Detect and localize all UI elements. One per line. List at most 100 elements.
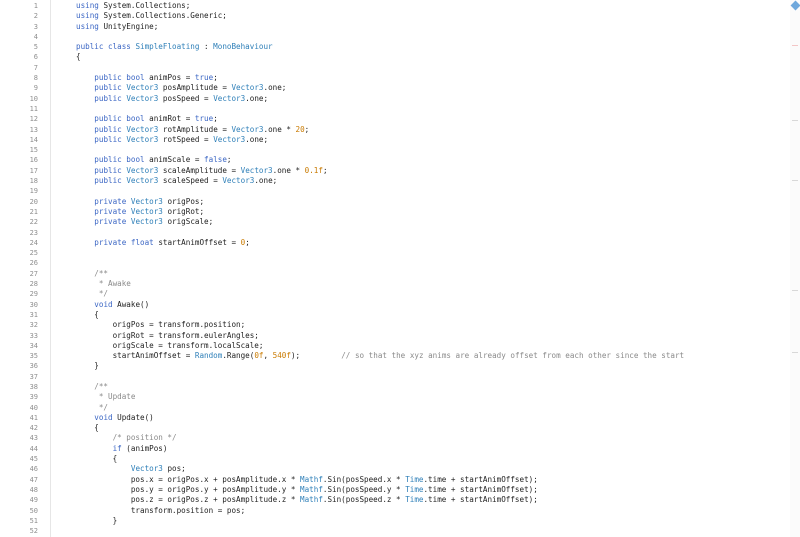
code-line[interactable]: 3 using UnityEngine; xyxy=(0,22,790,32)
code-text[interactable]: Vector3 pos; xyxy=(76,464,186,474)
code-line[interactable]: 6{ xyxy=(0,52,790,62)
code-line[interactable]: 52 xyxy=(0,526,790,536)
code-text[interactable]: using UnityEngine; xyxy=(76,22,158,32)
code-line[interactable]: 21 private Vector3 origRot; xyxy=(0,207,790,217)
code-text[interactable]: origRot = transform.eulerAngles; xyxy=(76,331,259,341)
code-line[interactable]: 18 public Vector3 scaleSpeed = Vector3.o… xyxy=(0,176,790,186)
code-line[interactable]: 50 transform.position = pos; xyxy=(0,506,790,516)
code-text[interactable]: /* position */ xyxy=(76,433,177,443)
code-line[interactable]: 32 origPos = transform.position; xyxy=(0,320,790,330)
code-text[interactable]: private float startAnimOffset = 0; xyxy=(76,238,249,248)
code-line[interactable]: 31 { xyxy=(0,310,790,320)
code-editor[interactable]: 1 using System.Collections; 2 using System.… xyxy=(0,1,790,536)
code-line[interactable]: 15 xyxy=(0,145,790,155)
code-line[interactable]: 11 xyxy=(0,104,790,114)
code-line[interactable]: 9 public Vector3 posAmplitude = Vector3.… xyxy=(0,83,790,93)
code-text[interactable]: public Vector3 rotSpeed = Vector3.one; xyxy=(76,135,268,145)
code-line[interactable]: 45 { xyxy=(0,454,790,464)
code-text[interactable]: public Vector3 scaleSpeed = Vector3.one; xyxy=(76,176,277,186)
code-line[interactable]: 44 if (animPos) xyxy=(0,444,790,454)
code-line[interactable]: 26 xyxy=(0,258,790,268)
code-line[interactable]: 36 } xyxy=(0,361,790,371)
code-text[interactable]: public bool animPos = true; xyxy=(76,73,217,83)
code-line[interactable]: 4 xyxy=(0,32,790,42)
code-text[interactable]: } xyxy=(76,361,99,371)
code-text[interactable]: using System.Collections.Generic; xyxy=(76,11,227,21)
code-line[interactable]: 23 xyxy=(0,228,790,238)
code-text[interactable]: { xyxy=(76,52,81,62)
code-text[interactable]: /** xyxy=(76,269,108,279)
code-text[interactable]: public Vector3 rotAmplitude = Vector3.on… xyxy=(76,125,309,135)
code-line[interactable]: 12 public bool animRot = true; xyxy=(0,114,790,124)
code-line[interactable]: 16 public bool animScale = false; xyxy=(0,155,790,165)
code-text[interactable]: pos.x = origPos.x + posAmplitude.x * Mat… xyxy=(76,475,538,485)
code-line[interactable]: 27 /** xyxy=(0,269,790,279)
code-line[interactable]: 10 public Vector3 posSpeed = Vector3.one… xyxy=(0,94,790,104)
code-line[interactable]: 35 startAnimOffset = Random.Range(0f, 54… xyxy=(0,351,790,361)
code-line[interactable]: 43 /* position */ xyxy=(0,433,790,443)
code-line[interactable]: 40 */ xyxy=(0,403,790,413)
code-text[interactable]: public Vector3 posAmplitude = Vector3.on… xyxy=(76,83,286,93)
scroll-position-marker-icon[interactable] xyxy=(790,0,800,11)
code-line[interactable]: 25 xyxy=(0,248,790,258)
code-text[interactable]: using System.Collections; xyxy=(76,1,190,11)
editor-scrollbar[interactable] xyxy=(790,0,800,537)
line-number: 46 xyxy=(29,465,38,474)
code-text[interactable]: { xyxy=(76,454,118,464)
code-line[interactable]: 14 public Vector3 rotSpeed = Vector3.one… xyxy=(0,135,790,145)
code-text[interactable]: public bool animScale = false; xyxy=(76,155,231,165)
code-line[interactable]: 34 origScale = transform.localScale; xyxy=(0,341,790,351)
code-text[interactable]: startAnimOffset = Random.Range(0f, 540f)… xyxy=(76,351,685,361)
code-text[interactable]: void Update() xyxy=(76,413,153,423)
code-line[interactable]: 51 } xyxy=(0,516,790,526)
code-line[interactable]: 22 private Vector3 origScale; xyxy=(0,217,790,227)
code-line[interactable]: 46 Vector3 pos; xyxy=(0,464,790,474)
code-line[interactable]: 33 origRot = transform.eulerAngles; xyxy=(0,331,790,341)
code-text[interactable]: public class SimpleFloating : MonoBehavi… xyxy=(76,42,273,52)
code-line[interactable]: 47 pos.x = origPos.x + posAmplitude.x * … xyxy=(0,475,790,485)
code-text[interactable]: * Awake xyxy=(76,279,131,289)
code-text[interactable]: public Vector3 scaleAmplitude = Vector3.… xyxy=(76,166,327,176)
code-text[interactable]: private Vector3 origRot; xyxy=(76,207,204,217)
code-line[interactable]: 39 * Update xyxy=(0,392,790,402)
line-number: 7 xyxy=(33,63,38,72)
code-text[interactable]: pos.z = origPos.z + posAmplitude.z * Mat… xyxy=(76,495,538,505)
code-text[interactable]: { xyxy=(76,310,99,320)
code-line[interactable]: 24 private float startAnimOffset = 0; xyxy=(0,238,790,248)
code-line[interactable]: 28 * Awake xyxy=(0,279,790,289)
code-line[interactable]: 19 xyxy=(0,186,790,196)
code-line[interactable]: 38 /** xyxy=(0,382,790,392)
code-text[interactable]: } xyxy=(76,516,118,526)
code-line[interactable]: 17 public Vector3 scaleAmplitude = Vecto… xyxy=(0,166,790,176)
code-text[interactable]: private Vector3 origScale; xyxy=(76,217,213,227)
code-text[interactable]: /** xyxy=(76,382,108,392)
code-text[interactable]: public Vector3 posSpeed = Vector3.one; xyxy=(76,94,268,104)
code-line[interactable]: 7 xyxy=(0,63,790,73)
code-line[interactable]: 29 */ xyxy=(0,289,790,299)
code-line[interactable]: 20 private Vector3 origPos; xyxy=(0,197,790,207)
code-line[interactable]: 37 xyxy=(0,372,790,382)
code-line[interactable]: 42 { xyxy=(0,423,790,433)
code-line[interactable]: 1 using System.Collections; xyxy=(0,1,790,11)
code-text[interactable]: origPos = transform.position; xyxy=(76,320,246,330)
code-line[interactable]: 41 void Update() xyxy=(0,413,790,423)
code-line[interactable]: 13 public Vector3 rotAmplitude = Vector3… xyxy=(0,125,790,135)
code-text[interactable]: */ xyxy=(76,403,108,413)
code-text[interactable]: if (animPos) xyxy=(76,444,168,454)
code-text[interactable]: private Vector3 origPos; xyxy=(76,197,204,207)
code-text[interactable]: void Awake() xyxy=(76,300,149,310)
code-text[interactable]: */ xyxy=(76,289,108,299)
code-text[interactable]: transform.position = pos; xyxy=(76,506,245,516)
code-text[interactable]: public bool animRot = true; xyxy=(76,114,217,124)
code-text[interactable]: origScale = transform.localScale; xyxy=(76,341,264,351)
code-text[interactable]: pos.y = origPos.y + posAmplitude.y * Mat… xyxy=(76,485,538,495)
code-line[interactable]: 49 pos.z = origPos.z + posAmplitude.z * … xyxy=(0,495,790,505)
code-line[interactable]: 8 public bool animPos = true; xyxy=(0,73,790,83)
code-text[interactable]: { xyxy=(76,423,99,433)
code-line[interactable]: 48 pos.y = origPos.y + posAmplitude.y * … xyxy=(0,485,790,495)
code-line[interactable]: 30 void Awake() xyxy=(0,300,790,310)
code-line[interactable]: 2 using System.Collections.Generic; xyxy=(0,11,790,21)
code-token: public xyxy=(94,134,127,144)
code-line[interactable]: 5 public class SimpleFloating : MonoBehav… xyxy=(0,42,790,52)
code-text[interactable]: * Update xyxy=(76,392,136,402)
